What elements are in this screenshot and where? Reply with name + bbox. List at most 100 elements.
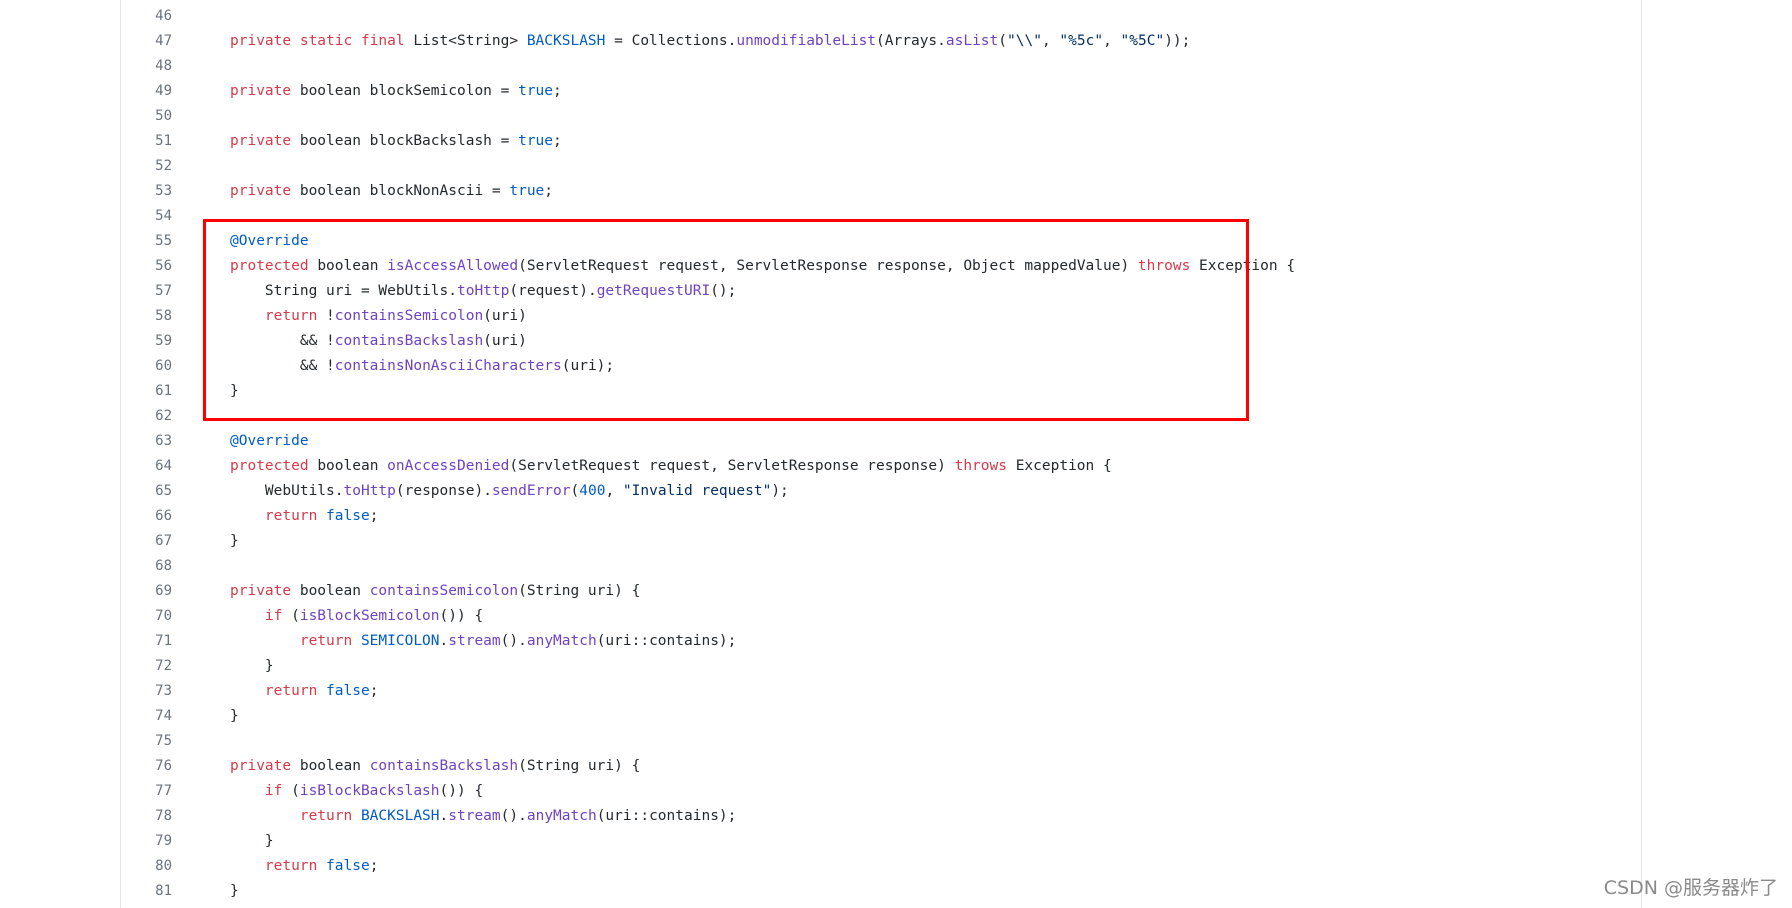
- code-line: 62: [120, 404, 1640, 429]
- line-number: 62: [155, 408, 172, 424]
- code-token: boolean: [299, 583, 370, 599]
- line-number: 50: [155, 108, 172, 124]
- code-line: 64 protected boolean onAccessDenied(Servl…: [120, 454, 1640, 479]
- line-number: 68: [155, 558, 172, 574]
- code-token: 400: [579, 483, 606, 499]
- code-token: stream: [448, 633, 501, 649]
- code-token: isBlockSemicolon: [299, 608, 440, 624]
- line-number: 60: [155, 358, 172, 374]
- code-line: 73 return false;: [120, 679, 1640, 704]
- code-token: (: [998, 33, 1008, 49]
- code-token: ;: [369, 858, 379, 874]
- code-token: (Arrays.: [876, 33, 946, 49]
- code-text: return BACKSLASH.stream().anyMatch(uri::…: [230, 804, 737, 829]
- code-token: (request).: [509, 283, 597, 299]
- line-number: 59: [155, 333, 172, 349]
- code-token: String uri = WebUtils.: [230, 283, 457, 299]
- line-number: 64: [155, 458, 172, 474]
- line-number: 58: [155, 308, 172, 324]
- code-token: BACKSLASH: [360, 808, 440, 824]
- line-number: 79: [155, 833, 172, 849]
- code-line: 80 return false;: [120, 854, 1640, 879]
- line-number: 65: [155, 483, 172, 499]
- line-number: 63: [155, 433, 172, 449]
- code-line: 67}: [120, 529, 1640, 554]
- line-number: 77: [155, 783, 172, 799]
- code-token: unmodifiableList: [736, 33, 877, 49]
- code-token: );: [771, 483, 789, 499]
- line-number: 55: [155, 233, 172, 249]
- code-token: true: [518, 83, 554, 99]
- code-token: anyMatch: [526, 808, 597, 824]
- code-token: @Override: [230, 433, 309, 449]
- line-number: 47: [155, 33, 172, 49]
- code-line: 68: [120, 554, 1640, 579]
- line-number: 46: [155, 8, 172, 24]
- code-line: 59 && !containsBackslash(uri): [120, 329, 1640, 354]
- code-token: boolean: [317, 258, 388, 274]
- code-token: (: [291, 783, 300, 799]
- line-number: 75: [155, 733, 172, 749]
- code-line: 60 && !containsNonAsciiCharacters(uri);: [120, 354, 1640, 379]
- code-line: 65 WebUtils.toHttp(response).sendError(4…: [120, 479, 1640, 504]
- code-token: throws: [1137, 258, 1200, 274]
- code-line: 50: [120, 104, 1640, 129]
- code-token: }: [230, 533, 239, 549]
- code-token: (: [291, 608, 300, 624]
- code-text: String uri = WebUtils.toHttp(request).ge…: [230, 279, 736, 304]
- code-line: 81}: [120, 879, 1640, 904]
- code-text: }: [230, 704, 239, 729]
- code-token: SEMICOLON: [360, 633, 440, 649]
- code-line: 69 private boolean containsSemicolon(Stri…: [120, 579, 1640, 604]
- code-token: private static final: [230, 33, 414, 49]
- code-line: 76 private boolean containsBackslash(Stri…: [120, 754, 1640, 779]
- line-number: 51: [155, 133, 172, 149]
- code-line: 55 @Override: [120, 229, 1640, 254]
- code-token: private: [230, 133, 300, 149]
- code-token: ;: [553, 133, 562, 149]
- code-token: }: [230, 383, 239, 399]
- code-token: return: [230, 633, 361, 649]
- code-token: throws: [954, 458, 1016, 474]
- code-text: private boolean blockBackslash = true;: [230, 129, 562, 154]
- code-token: asList: [945, 33, 999, 49]
- code-token: true: [518, 133, 554, 149]
- code-token: private: [230, 83, 300, 99]
- code-token: return: [230, 858, 327, 874]
- code-token: (String uri) {: [518, 758, 641, 774]
- code-token: (uri): [483, 333, 527, 349]
- code-line: 70 if (isBlockSemicolon()) {: [120, 604, 1640, 629]
- code-token: WebUtils.: [230, 483, 344, 499]
- code-token: && !: [230, 358, 335, 374]
- line-number: 56: [155, 258, 172, 274]
- code-token: (: [570, 483, 580, 499]
- code-token: anyMatch: [526, 633, 597, 649]
- code-token: toHttp: [456, 283, 510, 299]
- code-text: return false;: [230, 504, 379, 529]
- code-text: }: [230, 379, 239, 404]
- code-token: "Invalid request": [622, 483, 772, 499]
- code-token: containsSemicolon: [334, 308, 484, 324]
- line-number: 48: [155, 58, 172, 74]
- code-token: ().: [500, 633, 527, 649]
- line-number: 53: [155, 183, 172, 199]
- code-token: private: [230, 758, 300, 774]
- code-token: return: [230, 683, 327, 699]
- code-token: if: [230, 783, 292, 799]
- code-text: }: [230, 529, 239, 554]
- code-token: .: [439, 633, 449, 649]
- code-token: ,: [1103, 33, 1121, 49]
- code-line: 77 if (isBlockBackslash()) {: [120, 779, 1640, 804]
- code-token: BACKSLASH: [526, 33, 606, 49]
- code-line: 52: [120, 154, 1640, 179]
- code-token: return: [230, 308, 327, 324]
- line-number: 54: [155, 208, 172, 224]
- code-token: return: [230, 508, 327, 524]
- code-token: containsBackslash: [369, 758, 519, 774]
- code-token: protected: [230, 258, 318, 274]
- line-number: 78: [155, 808, 172, 824]
- line-number: 71: [155, 633, 172, 649]
- code-text: private static final List<String> BACKSL…: [230, 29, 1190, 54]
- code-line: 72 }: [120, 654, 1640, 679]
- code-token: "%5C": [1120, 33, 1165, 49]
